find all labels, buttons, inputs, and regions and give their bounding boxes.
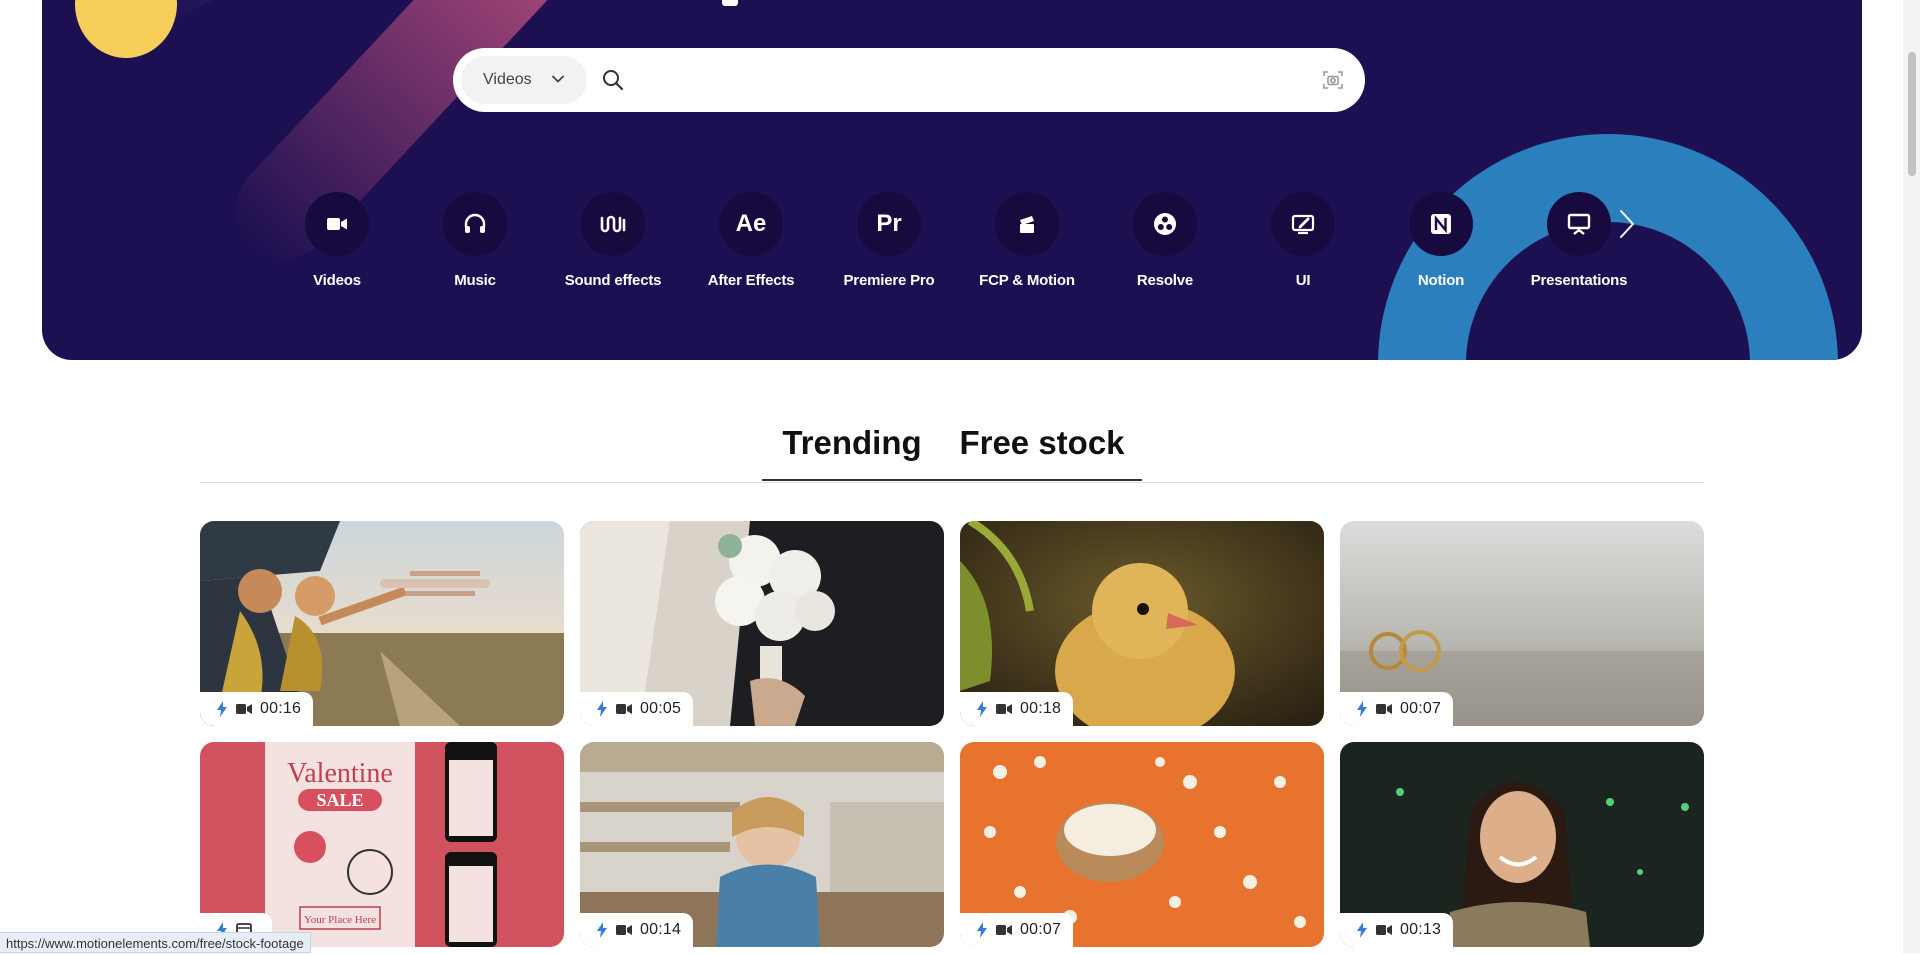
lightning-icon — [977, 701, 987, 717]
category-label: Resolve — [1136, 272, 1194, 289]
duration-label: 00:07 — [1020, 921, 1062, 938]
duration-label: 00:18 — [1020, 700, 1062, 717]
video-camera-icon — [996, 704, 1012, 714]
duration-label: 00:16 — [260, 700, 302, 717]
category-label: Sound effects — [564, 272, 662, 289]
media-card-meta: 00:18 — [960, 692, 1074, 726]
category-music[interactable]: Music — [406, 192, 544, 289]
media-card[interactable]: 00:16 — [200, 521, 564, 726]
category-carousel: Videos Music Sound effects Ae After Effe… — [268, 192, 1648, 292]
poster-text-valentine: Valentine — [287, 758, 393, 789]
lightning-icon — [597, 701, 607, 717]
search-type-select[interactable]: Videos — [461, 56, 587, 104]
headphones-icon — [443, 192, 507, 256]
duration-label: 00:05 — [640, 700, 682, 717]
content-tabs: Trending Free stock — [200, 412, 1704, 483]
media-card-meta: 00:07 — [960, 913, 1074, 947]
media-card[interactable]: 00:07 — [1340, 521, 1704, 726]
video-camera-icon — [996, 925, 1012, 935]
category-premiere-pro[interactable]: Pr Premiere Pro — [820, 192, 958, 289]
search-input[interactable] — [639, 60, 1283, 102]
vertical-scrollbar[interactable] — [1903, 0, 1920, 953]
visual-search-camera-icon[interactable] — [1321, 68, 1345, 92]
category-label: Notion — [1417, 272, 1465, 289]
video-camera-icon — [1376, 925, 1392, 935]
video-camera-icon — [1376, 704, 1392, 714]
sound-wave-icon — [581, 192, 645, 256]
category-label: Videos — [313, 272, 361, 289]
presentation-icon — [1547, 192, 1611, 256]
media-card[interactable]: 00:18 — [960, 521, 1324, 726]
media-card-meta: 00:16 — [200, 692, 314, 726]
after-effects-icon: Ae — [719, 192, 783, 256]
clapper-icon — [995, 192, 1059, 256]
premiere-pro-icon: Pr — [857, 192, 921, 256]
media-card[interactable]: 00:14 — [580, 742, 944, 947]
lightning-icon — [1357, 701, 1367, 717]
lightning-icon — [1357, 922, 1367, 938]
video-camera-icon — [616, 704, 632, 714]
category-videos[interactable]: Videos — [268, 192, 406, 289]
search-bar: Videos — [453, 48, 1365, 112]
duration-label: 00:07 — [1400, 700, 1442, 717]
category-ui[interactable]: UI — [1234, 192, 1372, 289]
tab-free-stock[interactable]: Free stock — [942, 424, 1142, 481]
lightning-icon — [977, 922, 987, 938]
media-card[interactable]: 00:13 — [1340, 742, 1704, 947]
category-label: FCP & Motion — [979, 272, 1075, 289]
media-card[interactable]: 00:05 — [580, 521, 944, 726]
poster-text-sale: SALE — [316, 790, 363, 810]
category-sound-effects[interactable]: Sound effects — [544, 192, 682, 289]
category-fcp-motion[interactable]: FCP & Motion — [958, 192, 1096, 289]
category-notion[interactable]: Notion — [1372, 192, 1510, 289]
category-label: UI — [1295, 272, 1311, 289]
search-type-label: Videos — [483, 71, 532, 88]
video-camera-icon — [305, 192, 369, 256]
media-card-meta: 00:07 — [1340, 692, 1454, 726]
category-label: Premiere Pro — [843, 272, 935, 289]
hero-decoration-circle — [75, 0, 177, 58]
scrollbar-thumb[interactable] — [1908, 52, 1916, 176]
category-label: Presentations — [1530, 272, 1628, 289]
media-card-meta: 00:05 — [580, 692, 694, 726]
ui-edit-icon — [1271, 192, 1335, 256]
media-card[interactable]: 00:07 — [960, 742, 1324, 947]
media-card-meta: 00:13 — [1340, 913, 1454, 947]
media-card[interactable]: Valentine SALE Your Place Here — [200, 742, 564, 947]
search-icon[interactable] — [601, 68, 625, 92]
category-resolve[interactable]: Resolve — [1096, 192, 1234, 289]
category-label: After Effects — [707, 272, 795, 289]
category-label: Music — [454, 272, 496, 289]
carousel-next-button[interactable] — [1614, 206, 1640, 242]
duration-label: 00:14 — [640, 921, 682, 938]
video-camera-icon — [236, 704, 252, 714]
category-after-effects[interactable]: Ae After Effects — [682, 192, 820, 289]
video-camera-icon — [616, 925, 632, 935]
chevron-right-icon — [1620, 210, 1634, 238]
hero-title-fragment — [722, 0, 738, 6]
chevron-down-icon — [552, 75, 564, 83]
media-card-meta: 00:14 — [580, 913, 694, 947]
resolve-icon — [1133, 192, 1197, 256]
lightning-icon — [597, 922, 607, 938]
lightning-icon — [217, 701, 227, 717]
tab-trending[interactable]: Trending — [762, 424, 942, 481]
duration-label: 00:13 — [1400, 921, 1442, 938]
browser-status-url: https://www.motionelements.com/free/stoc… — [0, 932, 311, 953]
notion-icon — [1409, 192, 1473, 256]
poster-text-place: Your Place Here — [304, 914, 376, 926]
